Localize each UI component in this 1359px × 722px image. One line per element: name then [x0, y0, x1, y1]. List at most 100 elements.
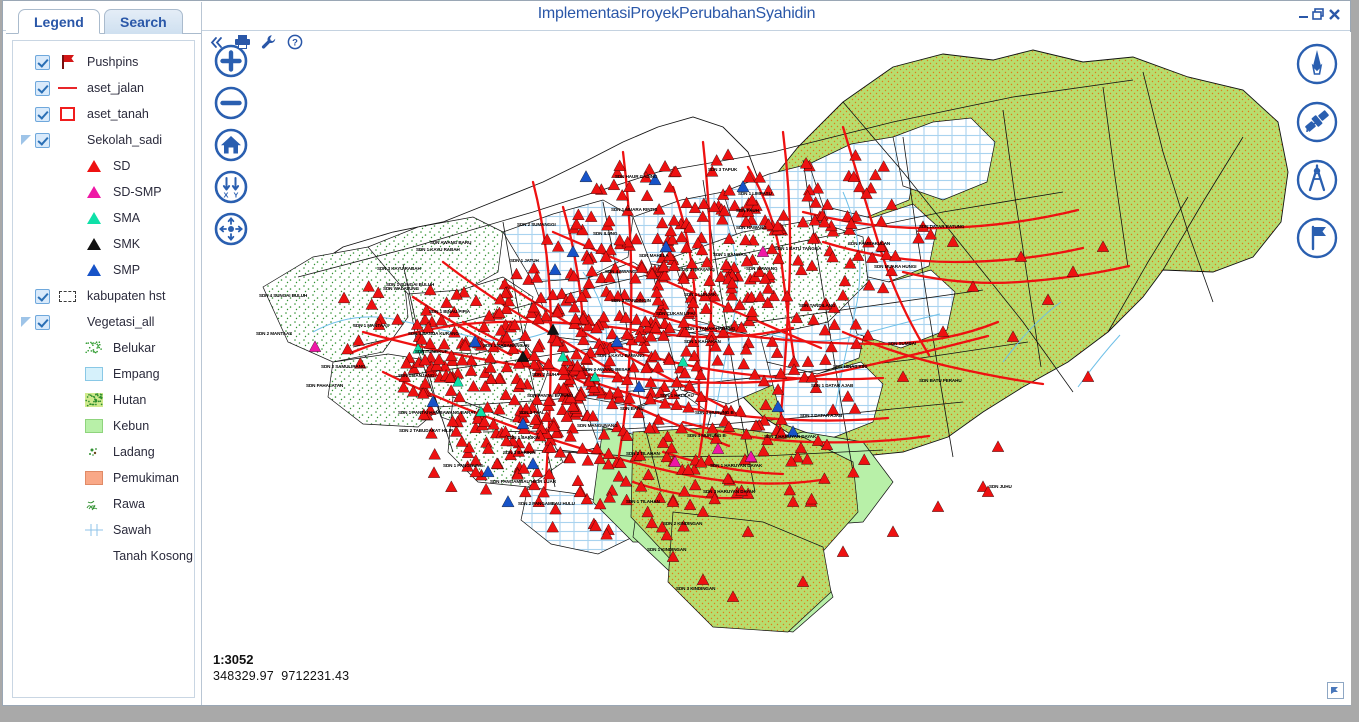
- legend-item-label: Kebun: [113, 419, 149, 433]
- tab-search[interactable]: Search: [104, 9, 183, 34]
- legend-item-label: SD-SMP: [113, 185, 162, 199]
- legend-item-hutan[interactable]: Hutan: [13, 387, 194, 413]
- legend-item-aset-tanah[interactable]: aset_tanah: [13, 101, 194, 127]
- legend-item-sma[interactable]: SMA: [13, 205, 194, 231]
- legend-item-ladang[interactable]: Ladang: [13, 439, 194, 465]
- title-bar: ImplementasiProyekPerubahanSyahidin: [3, 1, 1350, 31]
- legend-item-label: Empang: [113, 367, 160, 381]
- resize-grip[interactable]: [1327, 682, 1344, 699]
- school-triangle-symbol: [83, 262, 105, 278]
- legend-item-label: aset_jalan: [87, 81, 144, 95]
- belukar-pattern-symbol: [83, 340, 105, 356]
- legend-item-label: Pushpins: [87, 55, 138, 69]
- legend-item-pushpins[interactable]: Pushpins: [13, 49, 194, 75]
- legend-checkbox[interactable]: [35, 107, 50, 122]
- maximize-icon[interactable]: [1312, 8, 1325, 21]
- legend-item-kabupaten-hst[interactable]: kabupaten hst: [13, 283, 194, 309]
- help-icon[interactable]: ?: [287, 34, 303, 55]
- legend-item-tanah-kosong[interactable]: Tanah Kosong: [13, 543, 194, 569]
- expander-spacer: [19, 107, 33, 121]
- close-icon[interactable]: [1328, 8, 1341, 21]
- sawah-pattern-symbol: [83, 522, 105, 538]
- legend-item-kebun[interactable]: Kebun: [13, 413, 194, 439]
- legend-list: Pushpins aset_jalan aset_tanah Sekolah_sadi…: [13, 41, 194, 569]
- legend-item-aset-jalan[interactable]: aset_jalan: [13, 75, 194, 101]
- page-title: ImplementasiProyekPerubahanSyahidin: [3, 5, 1350, 23]
- pan-button[interactable]: [214, 212, 248, 246]
- flag-marker-button[interactable]: [1295, 216, 1339, 260]
- expander-spacer: [19, 237, 33, 251]
- expander-spacer: [19, 419, 33, 433]
- svg-text:X: X: [224, 191, 229, 200]
- coordinate-x: 348329.97: [213, 669, 274, 683]
- fill-swatch-symbol: [83, 418, 105, 434]
- legend-item-sd-smp[interactable]: SD-SMP: [13, 179, 194, 205]
- fill-swatch-symbol: [83, 470, 105, 486]
- home-extent-button[interactable]: [214, 128, 248, 162]
- expander-spacer: [19, 341, 33, 355]
- legend-item-sekolah-sadi[interactable]: Sekolah_sadi: [13, 127, 194, 153]
- legend-item-rawa[interactable]: Rawa: [13, 491, 194, 517]
- legend-item-sd[interactable]: SD: [13, 153, 194, 179]
- no-symbol: [57, 132, 79, 148]
- school-triangle-symbol: [83, 158, 105, 174]
- xy-coordinate-button[interactable]: X Y: [214, 170, 248, 204]
- expander-spacer: [19, 523, 33, 537]
- school-triangle-symbol: [83, 236, 105, 252]
- legend-item-label: Vegetasi_all: [87, 315, 154, 329]
- legend-item-label: SMA: [113, 211, 140, 225]
- expander-spacer: [19, 185, 33, 199]
- legend-checkbox[interactable]: [35, 315, 50, 330]
- expander-triangle-icon[interactable]: [19, 133, 33, 147]
- legend-item-label: aset_tanah: [87, 107, 149, 121]
- satellite-button[interactable]: [1295, 100, 1339, 144]
- expander-triangle-icon[interactable]: [19, 315, 33, 329]
- legend-item-smp[interactable]: SMP: [13, 257, 194, 283]
- legend-item-pemukiman[interactable]: Pemukiman: [13, 465, 194, 491]
- legend-item-label: Sekolah_sadi: [87, 133, 162, 147]
- map-view[interactable]: SDN 3 TAPUK SDN HAUR GADING SDN 1 LIMPASU S…: [203, 32, 1351, 705]
- no-symbol: [83, 548, 105, 564]
- legend-item-label: Sawah: [113, 523, 151, 537]
- fill-swatch-symbol: [83, 366, 105, 382]
- legend-checkbox[interactable]: [35, 289, 50, 304]
- school-triangle-symbol: [83, 210, 105, 226]
- legend-item-label: SD: [113, 159, 130, 173]
- scale-label: 1:3052: [213, 652, 349, 667]
- collapse-panel-icon[interactable]: [209, 35, 224, 55]
- legend-checkbox[interactable]: [35, 81, 50, 96]
- legend-item-belukar[interactable]: Belukar: [13, 335, 194, 361]
- application-window: ImplementasiProyekPerubahanSyahidin Lege…: [0, 0, 1359, 722]
- expander-spacer: [19, 263, 33, 277]
- left-panel: Legend Search Pushpins aset_jalan aset_tan…: [6, 2, 202, 705]
- expander-spacer: [19, 445, 33, 459]
- zoom-out-button[interactable]: [214, 86, 248, 120]
- expander-spacer: [19, 471, 33, 485]
- map-canvas[interactable]: [203, 32, 1351, 705]
- legend-item-label: Hutan: [113, 393, 146, 407]
- expander-spacer: [19, 81, 33, 95]
- legend-checkbox[interactable]: [35, 133, 50, 148]
- wrench-icon[interactable]: [261, 34, 277, 55]
- legend-item-sawah[interactable]: Sawah: [13, 517, 194, 543]
- minimize-icon[interactable]: [1298, 8, 1309, 21]
- compass-button[interactable]: [1295, 42, 1339, 86]
- school-triangle-symbol: [83, 184, 105, 200]
- legend-item-smk[interactable]: SMK: [13, 231, 194, 257]
- legend-item-vegetasi-all[interactable]: Vegetasi_all: [13, 309, 194, 335]
- map-mini-toolbar: ?: [209, 34, 303, 55]
- legend-item-label: Tanah Kosong: [113, 549, 193, 563]
- svg-text:Y: Y: [234, 191, 239, 200]
- measure-button[interactable]: [1295, 158, 1339, 202]
- window-controls: [1298, 8, 1341, 21]
- land-parcel-symbol: [57, 106, 79, 122]
- legend-item-label: Belukar: [113, 341, 155, 355]
- legend-item-empang[interactable]: Empang: [13, 361, 194, 387]
- legend-checkbox[interactable]: [35, 55, 50, 70]
- road-line-symbol: [57, 80, 79, 96]
- no-symbol: [57, 314, 79, 330]
- tab-legend[interactable]: Legend: [18, 9, 100, 34]
- rawa-pattern-symbol: [83, 496, 105, 512]
- coordinate-y: 9712231.43: [281, 669, 349, 683]
- print-icon[interactable]: [234, 34, 251, 55]
